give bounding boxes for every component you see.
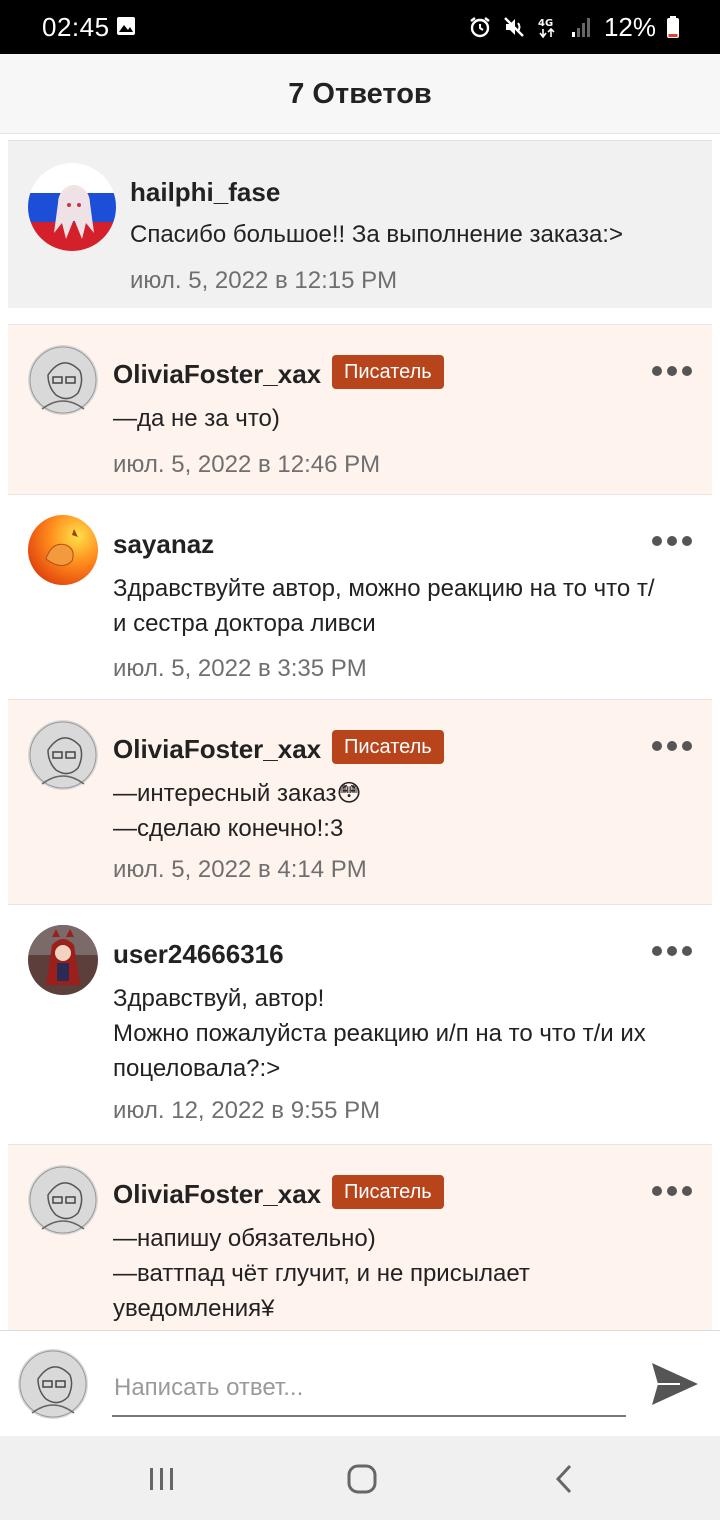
reply-item: user24666316 Здравствуй, автор! Можно по…	[8, 904, 712, 1144]
battery-percent: 12%	[603, 11, 656, 42]
home-icon[interactable]	[345, 1462, 379, 1496]
reply-item: sayanaz Здравствуйте автор, можно реакци…	[8, 494, 712, 699]
reply-composer	[0, 1330, 720, 1436]
reply-username[interactable]: user24666316	[113, 939, 284, 970]
reply-text-line: —напишу обязательно)	[113, 1225, 376, 1252]
avatar[interactable]	[28, 515, 98, 585]
avatar[interactable]	[28, 163, 116, 251]
reply-text: Здравствуй, автор! Можно пожалуйста реак…	[113, 981, 693, 1086]
avatar	[18, 1349, 88, 1419]
reply-text-line: и сестра доктора ливси	[113, 610, 376, 637]
signal-icon	[571, 18, 590, 37]
reply-timestamp: июл. 5, 2022 в 3:35 PM	[113, 655, 367, 682]
system-nav-bar	[0, 1436, 720, 1520]
writer-badge: Писатель	[332, 1175, 444, 1209]
reply-text: —интересный заказ😳 —сделаю конечно!:3	[113, 776, 693, 846]
alarm-icon	[470, 17, 490, 38]
reply-input[interactable]	[112, 1361, 626, 1417]
reply-item: OliviaFoster_xax Писатель —интересный за…	[8, 699, 712, 904]
reply-text-line: —интересный заказ😳	[113, 780, 362, 807]
avatar[interactable]	[28, 345, 98, 415]
svg-text:4G: 4G	[538, 18, 553, 29]
status-bar: 02:45 4G 12%	[0, 0, 720, 54]
reply-timestamp: июл. 12, 2022 в 9:55 PM	[113, 1097, 381, 1124]
reply-username[interactable]: OliviaFoster_xax	[113, 359, 321, 390]
avatar[interactable]	[28, 925, 98, 995]
reply-text-line: Здравствуйте автор, можно реакцию на то …	[113, 575, 655, 602]
reply-item: OliviaFoster_xax Писатель —напишу обязат…	[8, 1144, 712, 1330]
status-time: 02:45	[42, 12, 110, 42]
writer-badge: Писатель	[332, 730, 444, 764]
reply-username[interactable]: sayanaz	[113, 529, 214, 560]
more-options-icon[interactable]	[652, 943, 692, 959]
mute-icon	[504, 17, 524, 37]
reply-text-line: Здравствуй, автор!	[113, 985, 325, 1012]
reply-username[interactable]: OliviaFoster_xax	[113, 1179, 321, 1210]
recent-apps-icon[interactable]	[145, 1462, 179, 1496]
reply-text-line: —ваттпад чёт глучит, и не присылает	[113, 1260, 530, 1287]
parent-comment: hailphi_fase Спасибо большое!! За выполн…	[8, 140, 712, 308]
reply-text: Здравствуйте автор, можно реакцию на то …	[113, 571, 693, 641]
reply-timestamp: июл. 5, 2022 в 4:14 PM	[113, 856, 367, 883]
send-icon[interactable]	[650, 1359, 700, 1409]
reply-text-line: —сделаю конечно!:3	[113, 815, 344, 842]
comment-username[interactable]: hailphi_fase	[130, 177, 280, 208]
comment-text: Спасибо большое!! За выполнение заказа:>	[130, 221, 623, 248]
image-icon	[117, 17, 135, 35]
avatar[interactable]	[28, 1165, 98, 1235]
reply-text-line: Можно пожалуйста реакцию и/п на то что т…	[113, 1020, 646, 1047]
reply-text: —да не за что)	[113, 401, 693, 436]
reply-username[interactable]: OliviaFoster_xax	[113, 734, 321, 765]
more-options-icon[interactable]	[652, 1183, 692, 1199]
network-4g-icon: 4G	[538, 18, 555, 39]
reply-text-line: уведомления¥	[113, 1295, 275, 1322]
more-options-icon[interactable]	[652, 738, 692, 754]
more-options-icon[interactable]	[652, 363, 692, 379]
comment-timestamp: июл. 5, 2022 в 12:15 PM	[130, 267, 398, 294]
avatar[interactable]	[28, 720, 98, 790]
reply-text: —напишу обязательно) —ваттпад чёт глучит…	[113, 1221, 693, 1326]
reply-text-line: поцеловала?:>	[113, 1055, 281, 1082]
reply-item: OliviaFoster_xax Писатель —да не за что)…	[8, 324, 712, 494]
battery-icon	[667, 16, 679, 38]
replies-header: 7 Ответов	[0, 54, 720, 134]
reply-text-line: —да не за что)	[113, 405, 280, 432]
comments-list[interactable]: hailphi_fase Спасибо большое!! За выполн…	[0, 134, 720, 1330]
page-title: 7 Ответов	[288, 78, 432, 110]
back-icon[interactable]	[548, 1462, 582, 1496]
more-options-icon[interactable]	[652, 533, 692, 549]
reply-timestamp: июл. 5, 2022 в 12:46 PM	[113, 451, 381, 478]
writer-badge: Писатель	[332, 355, 444, 389]
